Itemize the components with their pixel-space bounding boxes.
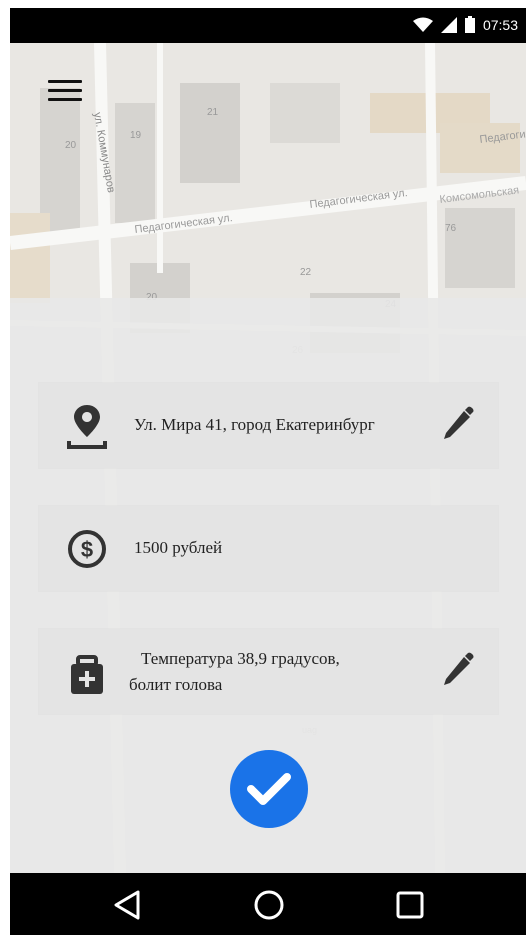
checkmark-icon <box>247 773 291 805</box>
map-house-number: 76 <box>445 223 457 234</box>
price-text: 1500 рублей <box>134 538 223 557</box>
status-icons: 07:53 <box>412 16 518 33</box>
signal-icon <box>440 16 457 33</box>
price-card[interactable]: $ 1500 рублей <box>39 506 498 591</box>
home-circle-icon[interactable] <box>252 888 286 922</box>
svg-text:$: $ <box>81 537 93 562</box>
symptoms-text-line2: болит голова <box>129 675 223 694</box>
symptoms-card[interactable]: Температура 38,9 градусов, болит голова <box>39 629 498 714</box>
menu-line-icon <box>48 98 82 101</box>
pencil-icon[interactable] <box>440 651 474 687</box>
map-house-number: 19 <box>130 130 142 141</box>
menu-button[interactable] <box>48 80 82 106</box>
navigation-bar <box>10 873 526 935</box>
back-triangle-icon[interactable] <box>110 888 144 922</box>
symptoms-text-line1: Температура 38,9 градусов, <box>141 649 340 668</box>
menu-line-icon <box>48 80 82 83</box>
recents-square-icon[interactable] <box>393 888 427 922</box>
pencil-icon[interactable] <box>440 405 474 441</box>
menu-line-icon <box>48 89 82 92</box>
map-house-number: 20 <box>65 140 77 151</box>
location-pin-icon <box>67 405 107 449</box>
medical-bag-icon <box>71 655 103 694</box>
phone-screen: 07:53 ул. Коммунаров Педагогическая ул. … <box>10 8 526 935</box>
map-house-number: 21 <box>207 107 219 118</box>
address-card[interactable]: Ул. Мира 41, город Екатеринбург <box>39 383 498 468</box>
map-house-number: 22 <box>300 267 312 278</box>
confirm-button[interactable] <box>230 750 308 828</box>
wifi-icon <box>412 17 433 32</box>
status-time: 07:53 <box>482 16 518 33</box>
address-text: Ул. Мира 41, город Екатеринбург <box>134 415 375 434</box>
dollar-coin-icon: $ <box>68 530 106 568</box>
battery-icon <box>464 16 475 33</box>
status-bar: 07:53 <box>10 8 526 43</box>
